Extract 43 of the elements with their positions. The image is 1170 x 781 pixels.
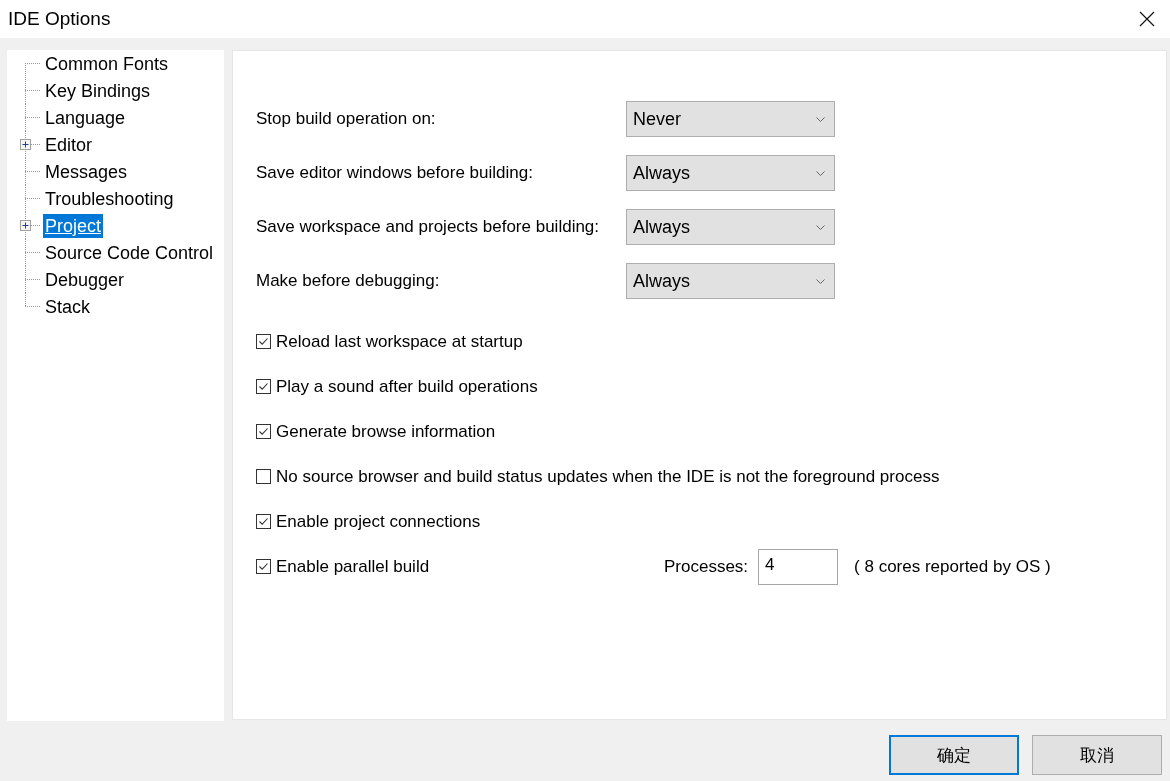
setting-label: Save workspace and projects before building: — [256, 217, 601, 237]
checkbox[interactable] — [256, 514, 271, 529]
checkbox[interactable] — [256, 559, 271, 574]
setting-label: Save editor windows before building: — [256, 163, 534, 183]
close-icon[interactable] — [1139, 11, 1155, 27]
checkbox-label[interactable]: No source browser and build status updates when the IDE is not the foreground process — [276, 466, 940, 487]
tree-item[interactable]: Language — [43, 105, 128, 130]
processes-input[interactable]: 4 — [758, 548, 839, 585]
tree-item[interactable]: Stack — [43, 294, 93, 319]
chevron-down-icon — [816, 278, 825, 284]
checkbox-label[interactable]: Reload last workspace at startup — [276, 331, 523, 352]
tree-item[interactable]: Editor — [43, 132, 95, 157]
cores-note: ( 8 cores reported by OS ) — [854, 556, 1051, 577]
processes-label: Processes: — [664, 556, 749, 577]
dropdown[interactable]: Always — [626, 155, 835, 191]
checkbox[interactable] — [256, 379, 271, 394]
checkbox-label[interactable]: Generate browse information — [276, 421, 496, 442]
setting-label: Stop build operation on: — [256, 109, 437, 129]
ok-button[interactable]: 确定 — [889, 735, 1019, 775]
cancel-button[interactable]: 取消 — [1032, 735, 1162, 775]
tree-item[interactable]: Debugger — [43, 267, 127, 292]
setting-label: Make before debugging: — [256, 271, 441, 291]
chevron-down-icon — [816, 224, 825, 230]
dropdown[interactable]: Always — [626, 209, 835, 245]
dropdown[interactable]: Always — [626, 263, 835, 299]
tree-item[interactable]: Key Bindings — [43, 78, 153, 103]
checkbox[interactable] — [256, 334, 271, 349]
window-title: IDE Options — [8, 8, 111, 30]
chevron-down-icon — [816, 170, 825, 176]
tree-item[interactable]: Common Fonts — [43, 51, 171, 76]
chevron-down-icon — [816, 116, 825, 122]
tree-item[interactable]: Project — [43, 213, 104, 238]
checkbox-label[interactable]: Enable parallel build — [276, 556, 430, 577]
tree-item[interactable]: Messages — [43, 159, 130, 184]
checkbox-label[interactable]: Enable project connections — [276, 511, 481, 532]
expand-plus-icon[interactable] — [20, 139, 31, 150]
dropdown[interactable]: Never — [626, 101, 835, 137]
expand-plus-icon[interactable] — [20, 220, 31, 231]
checkbox[interactable] — [256, 469, 271, 484]
tree-item[interactable]: Troubleshooting — [43, 186, 176, 211]
checkbox[interactable] — [256, 424, 271, 439]
checkbox-label[interactable]: Play a sound after build operations — [276, 376, 538, 397]
tree-item[interactable]: Source Code Control — [43, 240, 216, 265]
